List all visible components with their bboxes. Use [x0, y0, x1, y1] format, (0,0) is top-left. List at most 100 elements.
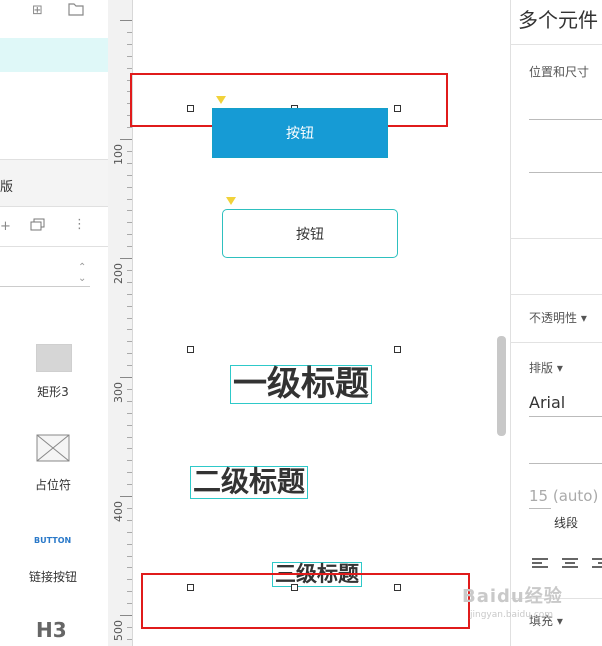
library-item-rect-label: 矩形3 [37, 385, 69, 399]
resize-handle[interactable] [187, 584, 194, 591]
ruler-tick [127, 460, 132, 462]
ruler-tick [127, 448, 132, 450]
align-right-icon[interactable] [592, 558, 602, 570]
ruler-tick [127, 174, 132, 176]
ruler-tick [127, 412, 132, 414]
anchor-marker-icon[interactable] [226, 197, 236, 205]
ruler-tick [127, 543, 132, 545]
anchor-marker-icon[interactable] [216, 96, 226, 104]
inspector-title: 多个元件 [518, 8, 598, 32]
library-item-placeholder-label: 占位符 [34, 478, 71, 492]
add-page-icon[interactable]: ⊞ [32, 2, 43, 20]
divider [510, 238, 602, 239]
chevron-updown-icon[interactable]: ⌃ ⌄ [78, 262, 86, 284]
rectangle-shape-icon[interactable] [36, 344, 72, 372]
ruler-tick [127, 507, 132, 509]
library-tab-label[interactable]: 版 [0, 176, 13, 195]
resize-handle[interactable] [394, 584, 401, 591]
secondary-button-widget[interactable]: 按钮 [222, 209, 398, 258]
resize-handle[interactable] [394, 105, 401, 112]
typography-label[interactable]: 排版 ▾ [529, 359, 563, 376]
ruler-tick [120, 139, 132, 140]
divider [510, 44, 602, 45]
ruler-tick [127, 626, 132, 628]
ruler-tick [127, 55, 132, 57]
ruler-tick [120, 20, 132, 21]
dropdown-arrow-icon: ▾ [556, 361, 563, 375]
dropdown-arrow-icon: ▾ [580, 311, 587, 325]
ruler-label: 400 [112, 501, 125, 522]
ruler-tick [127, 198, 132, 200]
ruler-label: 200 [112, 263, 125, 284]
folder-icon[interactable] [68, 2, 84, 22]
ruler-tick [127, 365, 132, 367]
divider [510, 342, 602, 343]
ruler-tick [127, 246, 132, 248]
copy-icon[interactable] [30, 218, 46, 238]
ruler-tick [127, 210, 132, 212]
opacity-label[interactable]: 不透明性 ▾ [529, 309, 587, 326]
line-spacing-underline [529, 508, 551, 509]
watermark-url: jingyan.baidu.com [470, 610, 554, 620]
ruler-tick [127, 281, 132, 283]
ruler-label: 300 [112, 382, 125, 403]
line-spacing-input[interactable]: 15 (auto) [529, 487, 598, 505]
heading2-widget[interactable]: 二级标题 [190, 466, 309, 499]
placeholder-box-icon[interactable] [36, 434, 70, 462]
ruler-tick [127, 353, 132, 355]
more-options-icon[interactable]: ⋮ [73, 216, 86, 234]
ruler-tick [127, 127, 132, 129]
library-tab-bar [0, 160, 108, 206]
ruler-tick [127, 162, 132, 164]
resize-handle[interactable] [291, 584, 298, 591]
ruler-tick [120, 496, 132, 497]
ruler-tick [120, 377, 132, 378]
heading1-widget[interactable]: 一级标题 [230, 365, 372, 405]
ruler-tick [127, 388, 132, 390]
resize-handle[interactable] [394, 346, 401, 353]
ruler-tick [127, 603, 132, 605]
font-family-underline [529, 416, 602, 417]
dropdown-arrow-icon: ▾ [556, 614, 563, 628]
ruler-label: 100 [112, 144, 125, 165]
ruler-tick [127, 484, 132, 486]
ruler-tick [127, 400, 132, 402]
align-center-icon[interactable] [562, 558, 578, 570]
ruler-tick [127, 305, 132, 307]
font-family-select[interactable]: Arial [529, 393, 565, 412]
ruler-tick [127, 222, 132, 224]
resize-handle[interactable] [187, 105, 194, 112]
library-item-linkbutton-label: 链接按钮 [28, 570, 77, 584]
font-style-field[interactable] [529, 463, 602, 464]
divider [0, 206, 108, 207]
button-preview-icon[interactable]: BUTTON [34, 536, 71, 545]
ruler-tick [127, 591, 132, 593]
selected-page-row[interactable] [0, 38, 108, 72]
ruler-tick [127, 317, 132, 319]
divider [510, 294, 602, 295]
primary-button-widget[interactable]: 按钮 [212, 108, 388, 158]
position-size-label: 位置和尺寸 [529, 65, 590, 79]
ruler-tick [127, 150, 132, 152]
ruler-tick [127, 341, 132, 343]
divider [0, 246, 108, 247]
library-select[interactable] [0, 260, 90, 287]
align-left-icon[interactable] [532, 558, 548, 570]
ruler-tick [127, 472, 132, 474]
line-label: 线段 [554, 516, 579, 530]
pages-toolbar: ⊞ [0, 0, 108, 24]
ruler-label: 500 [112, 620, 125, 641]
position-field[interactable] [529, 119, 602, 120]
h3-preview-icon[interactable]: H3 [36, 618, 67, 642]
typography-label-text: 排版 [529, 361, 554, 375]
ruler-tick [127, 424, 132, 426]
size-field[interactable] [529, 172, 602, 173]
resize-handle[interactable] [187, 346, 194, 353]
ruler-tick [127, 579, 132, 581]
ruler-tick [127, 234, 132, 236]
add-icon[interactable]: + [0, 218, 11, 236]
ruler-tick [127, 555, 132, 557]
canvas-scrollbar[interactable] [497, 336, 506, 436]
ruler-tick [127, 638, 132, 640]
ruler-tick [127, 293, 132, 295]
